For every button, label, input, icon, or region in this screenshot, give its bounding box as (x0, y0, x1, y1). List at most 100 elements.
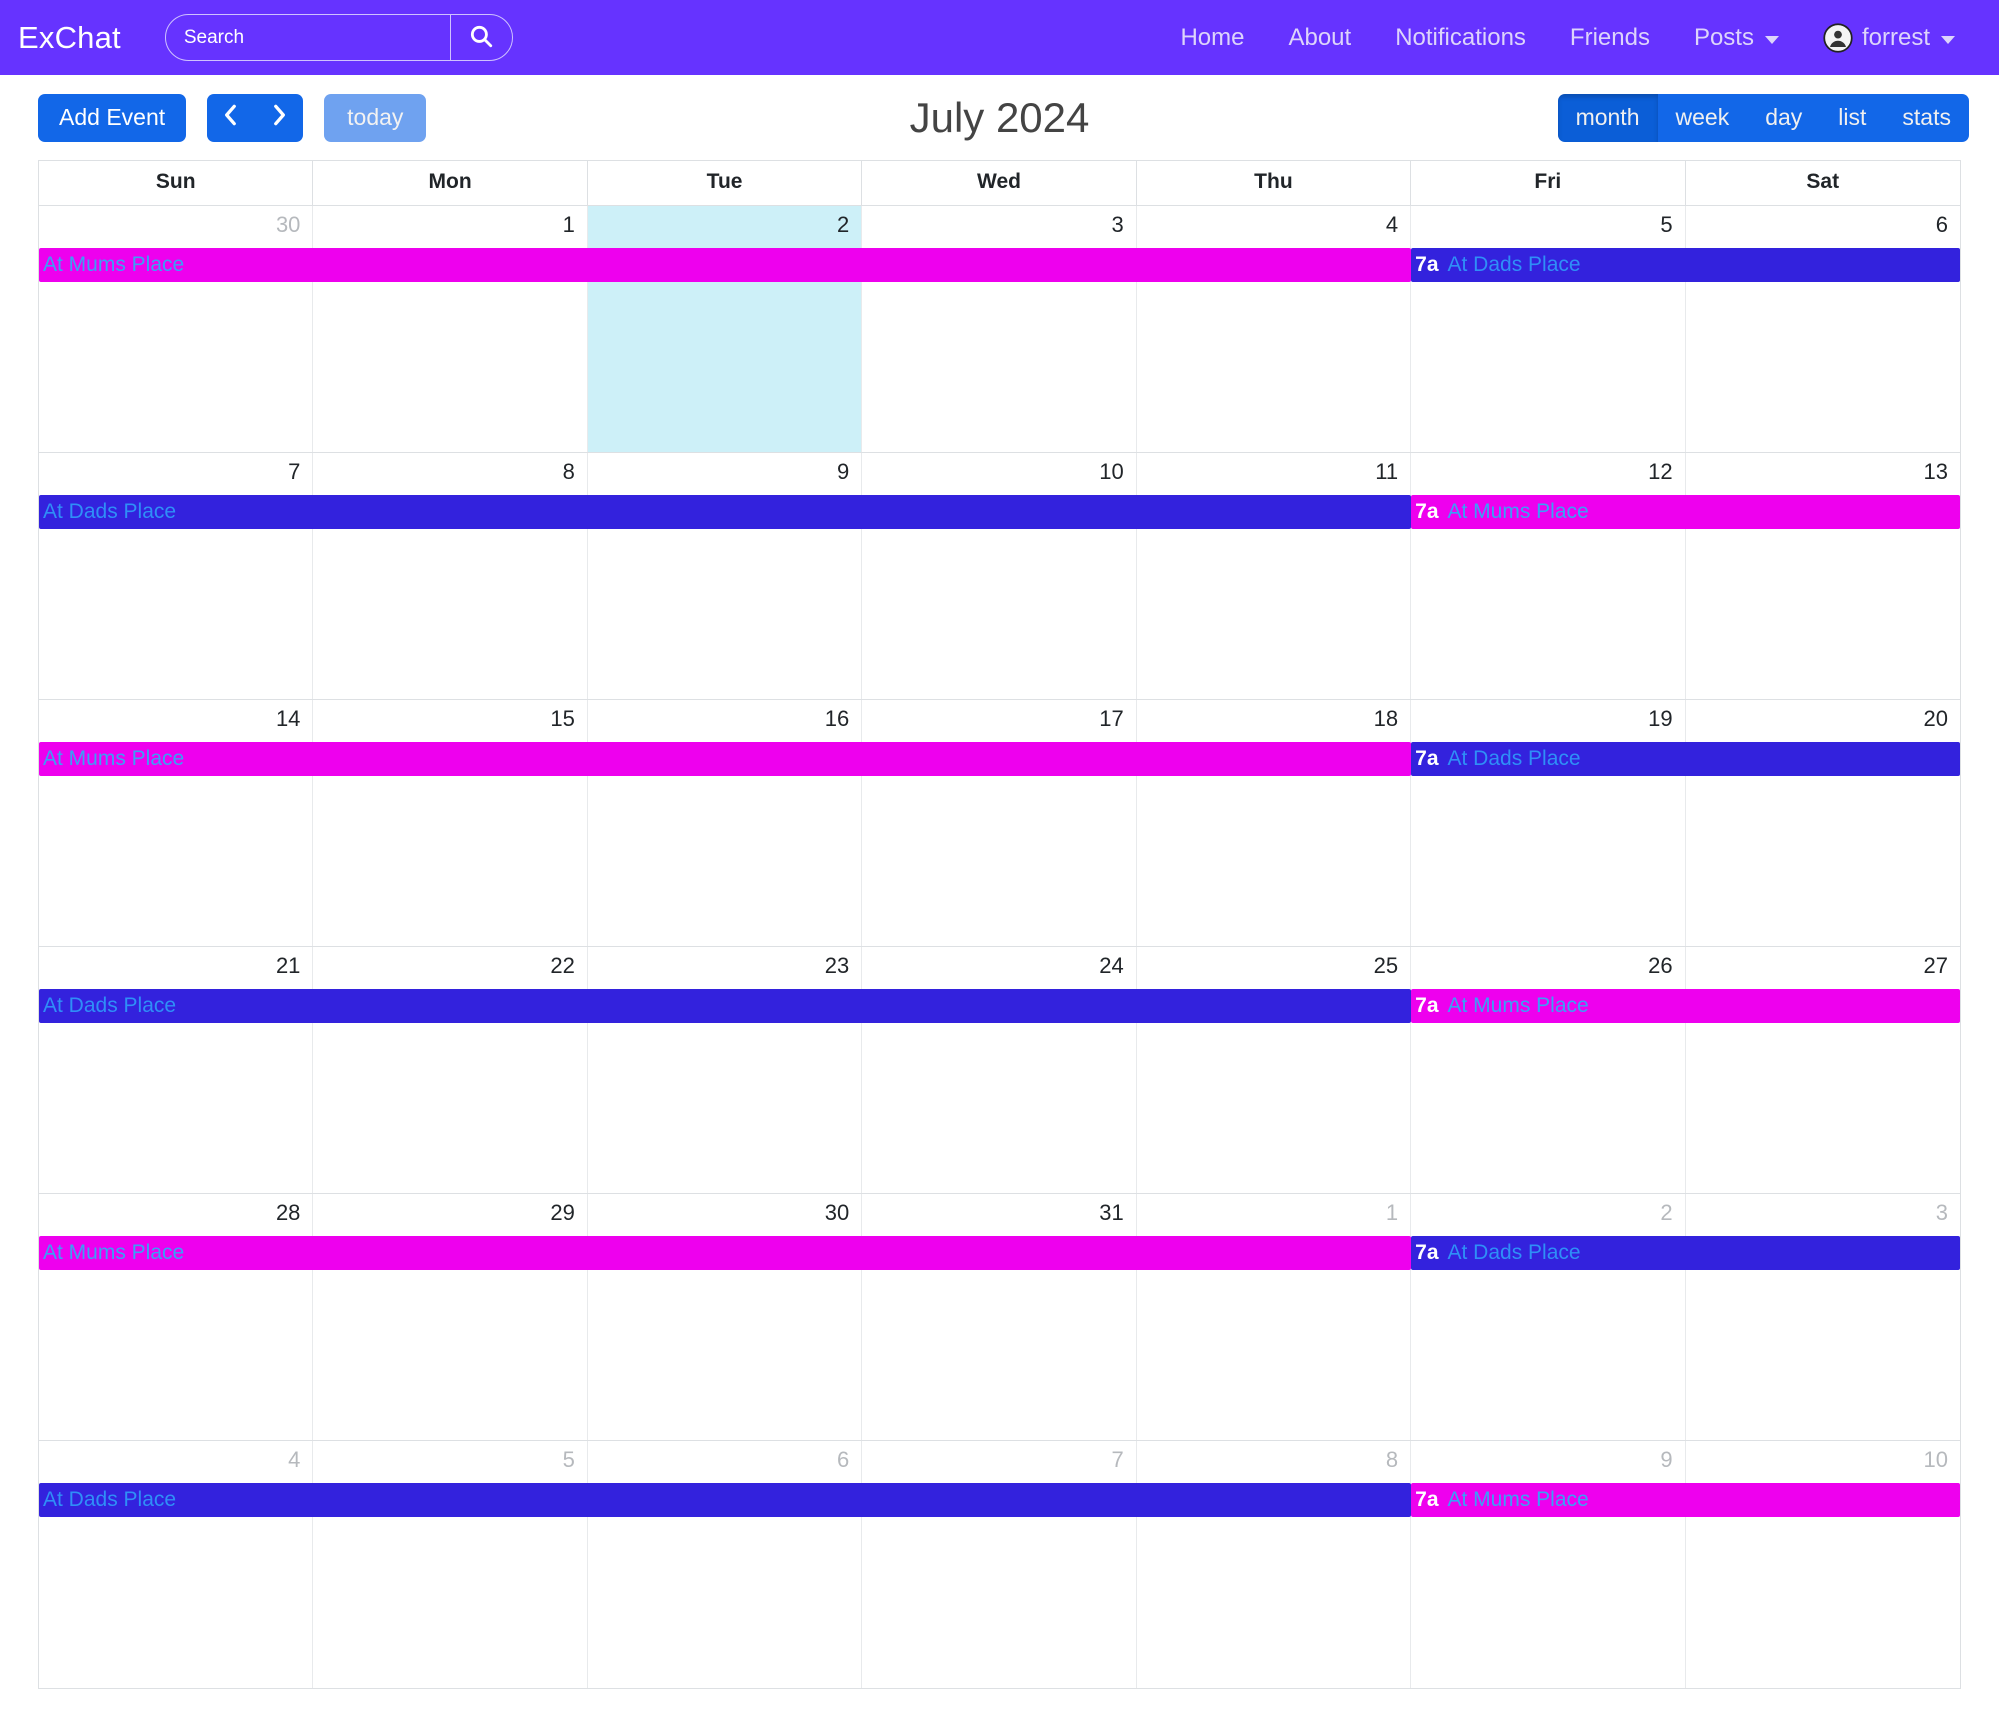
search-input[interactable] (165, 15, 450, 60)
next-month-button[interactable] (255, 93, 304, 142)
calendar-day-number: 18 (1373, 706, 1399, 731)
calendar-day-number: 6 (837, 1447, 850, 1472)
calendar-day-cell[interactable]: 6 (1686, 206, 1960, 452)
add-event-button[interactable]: Add Event (38, 93, 187, 142)
calendar-day-number: 8 (562, 459, 575, 484)
calendar-event[interactable]: 7a At Dads Place (1411, 742, 1960, 776)
calendar-day-number: 21 (275, 953, 301, 978)
calendar-day-cell[interactable]: 21 (39, 947, 314, 1193)
calendar-day-number: 15 (550, 706, 575, 731)
brand-logo[interactable]: ExChat (18, 20, 121, 56)
calendar-event[interactable]: 7a At Dads Place (1411, 1236, 1960, 1270)
calendar-event[interactable]: At Dads Place (39, 989, 1412, 1023)
calendar-day-number: 23 (824, 953, 850, 978)
nav-link-friends[interactable]: Friends (1548, 24, 1672, 52)
calendar-day-number: 1 (1385, 1200, 1399, 1225)
view-button-week[interactable]: week (1657, 93, 1748, 142)
calendar-day-cell[interactable]: 4 (1137, 206, 1412, 452)
calendar-day-cell[interactable]: 1 (1137, 1194, 1412, 1440)
calendar-event[interactable]: At Mums Place (39, 248, 1412, 282)
calendar-day-cell[interactable]: 1 (313, 206, 588, 452)
calendar-day-cell[interactable]: 10 (862, 453, 1137, 699)
calendar-week-cells: 4 5 6 7 8 9 10 (39, 1441, 1960, 1688)
calendar-day-cell[interactable]: 23 (588, 947, 863, 1193)
calendar-day-cell[interactable]: 9 (588, 453, 863, 699)
calendar-day-cell[interactable]: 19 (1411, 700, 1686, 946)
calendar-day-cell[interactable]: 5 (313, 1441, 588, 1688)
calendar-day-number: 10 (1923, 1447, 1948, 1472)
calendar-day-cell[interactable]: 11 (1137, 453, 1412, 699)
calendar-day-number: 30 (275, 212, 301, 237)
calendar-day-cell[interactable]: 30 (39, 206, 314, 452)
calendar-events-layer: At Mums Place 7a At Dads Place (39, 742, 1960, 776)
search-box (164, 14, 513, 61)
calendar-day-header-wed: Wed (862, 161, 1137, 205)
calendar-day-cell[interactable]: 25 (1137, 947, 1412, 1193)
calendar-day-cell[interactable]: 31 (862, 1194, 1137, 1440)
calendar-day-cell[interactable]: 18 (1137, 700, 1412, 946)
nav-link-home[interactable]: Home (1158, 24, 1266, 52)
calendar-day-cell[interactable]: 14 (39, 700, 314, 946)
calendar-day-cell[interactable]: 7 (862, 1441, 1137, 1688)
view-button-month[interactable]: month (1557, 93, 1658, 142)
calendar-event[interactable]: At Mums Place (39, 742, 1412, 776)
calendar-day-cell[interactable]: 8 (1137, 1441, 1412, 1688)
view-button-stats[interactable]: stats (1884, 93, 1969, 142)
nav-link-user-menu[interactable]: forrest (1801, 22, 1977, 53)
calendar-day-cell[interactable]: 24 (862, 947, 1137, 1193)
calendar-day-cell[interactable]: 20 (1686, 700, 1960, 946)
top-navbar: ExChat Home About Notifications Friends … (0, 0, 1999, 75)
calendar-day-cell[interactable]: 12 (1411, 453, 1686, 699)
calendar-day-cell[interactable]: 30 (588, 1194, 863, 1440)
calendar-day-cell[interactable]: 26 (1411, 947, 1686, 1193)
calendar-event-title: At Dads Place (1447, 253, 1581, 276)
search-submit-button[interactable] (449, 15, 512, 60)
calendar-day-cell[interactable]: 6 (588, 1441, 863, 1688)
view-button-day[interactable]: day (1747, 93, 1821, 142)
calendar-day-cell[interactable]: 22 (313, 947, 588, 1193)
nav-link-notifications[interactable]: Notifications (1373, 24, 1548, 52)
calendar-day-number: 22 (550, 953, 575, 978)
calendar-day-cell[interactable]: 10 (1686, 1441, 1960, 1688)
calendar-day-cell[interactable]: 16 (588, 700, 863, 946)
today-button[interactable]: today (324, 93, 427, 142)
view-button-list[interactable]: list (1820, 93, 1885, 142)
calendar-day-number: 25 (1373, 953, 1399, 978)
calendar-day-cell[interactable]: 15 (313, 700, 588, 946)
calendar-day-cell[interactable]: 7 (39, 453, 314, 699)
calendar-day-headers: Sun Mon Tue Wed Thu Fri Sat (39, 161, 1960, 206)
calendar-event[interactable]: At Mums Place (39, 1236, 1412, 1270)
calendar-event[interactable]: 7a At Mums Place (1411, 989, 1960, 1023)
calendar-day-cell[interactable]: 8 (313, 453, 588, 699)
calendar-day-number: 30 (824, 1200, 850, 1225)
calendar-day-cell[interactable]: 13 (1686, 453, 1960, 699)
calendar-day-cell[interactable]: 5 (1411, 206, 1686, 452)
calendar-day-number: 4 (288, 1447, 301, 1472)
calendar-day-cell[interactable]: 27 (1686, 947, 1960, 1193)
nav-link-friends-label: Friends (1569, 23, 1650, 51)
calendar-day-cell[interactable]: 3 (1686, 1194, 1960, 1440)
nav-link-about[interactable]: About (1266, 24, 1373, 52)
calendar-event[interactable]: At Dads Place (39, 1483, 1412, 1517)
calendar-day-cell[interactable]: 29 (313, 1194, 588, 1440)
chevron-left-icon (221, 102, 241, 134)
calendar-day-header-mon: Mon (313, 161, 588, 205)
calendar-day-cell[interactable]: 3 (862, 206, 1137, 452)
calendar-day-cell[interactable]: 2 (1411, 1194, 1686, 1440)
prev-month-button[interactable] (207, 93, 256, 142)
calendar-day-cell[interactable]: 4 (39, 1441, 314, 1688)
calendar-event-time: 7a (1415, 747, 1439, 770)
calendar-event[interactable]: 7a At Mums Place (1411, 1483, 1960, 1517)
nav-link-posts[interactable]: Posts (1672, 24, 1801, 52)
calendar-day-number: 8 (1385, 1447, 1399, 1472)
calendar-day-cell[interactable]: 17 (862, 700, 1137, 946)
calendar-day-cell[interactable]: 2 (587, 206, 863, 452)
calendar-day-header-sun: Sun (39, 161, 314, 205)
calendar-day-cell[interactable]: 9 (1411, 1441, 1686, 1688)
calendar-event[interactable]: At Dads Place (39, 495, 1412, 529)
chevron-down-icon (1764, 35, 1779, 44)
calendar-day-cell[interactable]: 28 (39, 1194, 314, 1440)
chevron-right-icon (269, 102, 289, 134)
calendar-event[interactable]: 7a At Dads Place (1411, 248, 1960, 282)
calendar-event[interactable]: 7a At Mums Place (1411, 495, 1960, 529)
